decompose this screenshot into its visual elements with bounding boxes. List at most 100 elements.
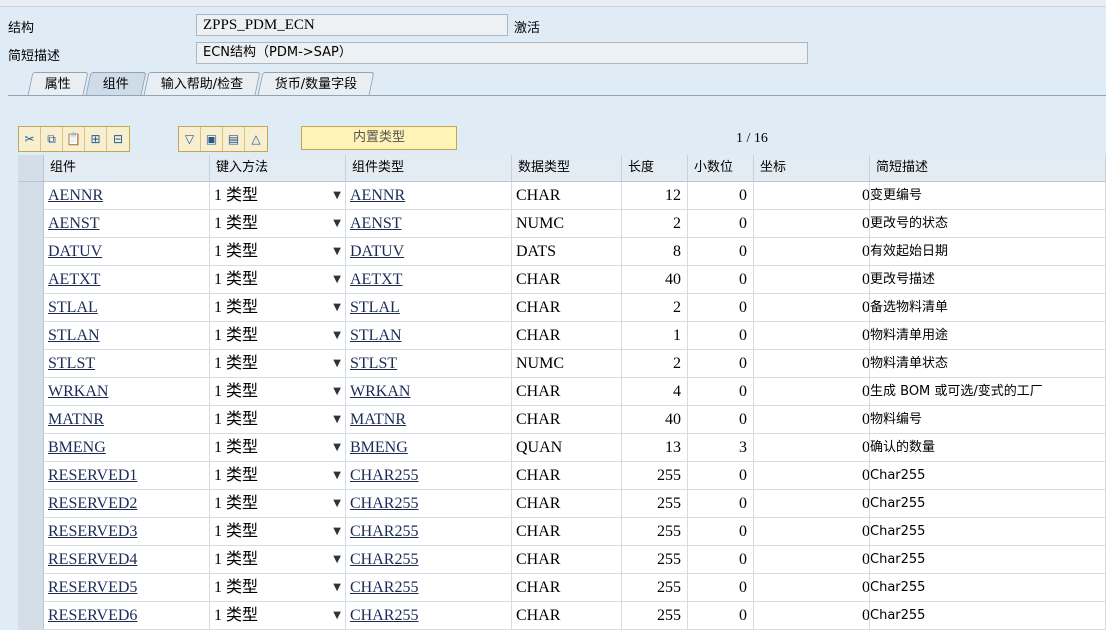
component-type-cell[interactable]: STLST bbox=[346, 350, 512, 377]
length-cell[interactable]: 13 bbox=[622, 434, 688, 461]
structure-name-field[interactable]: ZPPS_PDM_ECN bbox=[196, 14, 508, 36]
component-type-cell[interactable]: CHAR255 bbox=[346, 574, 512, 601]
coordinate-cell[interactable]: 0 bbox=[754, 518, 870, 545]
component-name-cell[interactable]: RESERVED2 bbox=[44, 490, 210, 517]
component-name-cell[interactable]: AENNR bbox=[44, 182, 210, 209]
dropdown-arrow-icon[interactable]: ▼ bbox=[333, 518, 341, 545]
col-component[interactable]: 组件 bbox=[44, 155, 210, 181]
length-cell[interactable]: 255 bbox=[622, 602, 688, 629]
dropdown-arrow-icon[interactable]: ▼ bbox=[333, 322, 341, 349]
coordinate-cell[interactable]: 0 bbox=[754, 406, 870, 433]
decimals-cell[interactable]: 0 bbox=[688, 322, 754, 349]
component-name-cell[interactable]: STLAL bbox=[44, 294, 210, 321]
builtin-type-button[interactable]: 内置类型 bbox=[301, 126, 457, 150]
data-type-cell[interactable]: CHAR bbox=[512, 574, 622, 601]
component-name-cell[interactable]: WRKAN bbox=[44, 378, 210, 405]
component-name-cell[interactable]: AETXT bbox=[44, 266, 210, 293]
short-description-cell[interactable]: 备选物料清单 bbox=[870, 294, 1106, 321]
coordinate-cell[interactable]: 0 bbox=[754, 210, 870, 237]
table-row[interactable]: RESERVED2 1 类型 ▼ CHAR255 CHAR 255 0 0 Char255 bbox=[18, 490, 1106, 518]
table-row[interactable]: RESERVED4 1 类型 ▼ CHAR255 CHAR 255 0 0 Char255 bbox=[18, 546, 1106, 574]
row-selector[interactable] bbox=[18, 350, 44, 377]
col-entry-method[interactable]: 键入方法 bbox=[210, 155, 346, 181]
coordinate-cell[interactable]: 0 bbox=[754, 266, 870, 293]
length-cell[interactable]: 255 bbox=[622, 462, 688, 489]
col-length[interactable]: 长度 bbox=[622, 155, 688, 181]
component-type-cell[interactable]: STLAN bbox=[346, 322, 512, 349]
row-selector[interactable] bbox=[18, 490, 44, 517]
data-type-cell[interactable]: CHAR bbox=[512, 518, 622, 545]
decimals-cell[interactable]: 0 bbox=[688, 378, 754, 405]
col-component-type[interactable]: 组件类型 bbox=[346, 155, 512, 181]
coordinate-cell[interactable]: 0 bbox=[754, 322, 870, 349]
data-type-cell[interactable]: CHAR bbox=[512, 378, 622, 405]
table-icon[interactable]: ▤ bbox=[223, 127, 245, 151]
length-cell[interactable]: 255 bbox=[622, 546, 688, 573]
short-description-cell[interactable]: 确认的数量 bbox=[870, 434, 1106, 461]
entry-method-cell[interactable]: 1 类型 ▼ bbox=[210, 350, 346, 377]
decimals-cell[interactable]: 0 bbox=[688, 210, 754, 237]
table-row[interactable]: STLAN 1 类型 ▼ STLAN CHAR 1 0 0 物料清单用途 bbox=[18, 322, 1106, 350]
decimals-cell[interactable]: 0 bbox=[688, 294, 754, 321]
dropdown-arrow-icon[interactable]: ▼ bbox=[333, 294, 341, 321]
table-row[interactable]: BMENG 1 类型 ▼ BMENG QUAN 13 3 0 确认的数量 bbox=[18, 434, 1106, 462]
decimals-cell[interactable]: 0 bbox=[688, 546, 754, 573]
data-type-cell[interactable]: CHAR bbox=[512, 266, 622, 293]
coordinate-cell[interactable]: 0 bbox=[754, 434, 870, 461]
entry-method-cell[interactable]: 1 类型 ▼ bbox=[210, 518, 346, 545]
length-cell[interactable]: 4 bbox=[622, 378, 688, 405]
tab-currency-fields[interactable]: 货币/数量字段 bbox=[257, 72, 376, 95]
short-description-cell[interactable]: Char255 bbox=[870, 546, 1106, 573]
table-row[interactable]: STLST 1 类型 ▼ STLST NUMC 2 0 0 物料清单状态 bbox=[18, 350, 1106, 378]
col-coordinate[interactable]: 坐标 bbox=[754, 155, 870, 181]
dropdown-arrow-icon[interactable]: ▼ bbox=[333, 182, 341, 209]
entry-method-cell[interactable]: 1 类型 ▼ bbox=[210, 378, 346, 405]
component-type-cell[interactable]: CHAR255 bbox=[346, 490, 512, 517]
entry-method-cell[interactable]: 1 类型 ▼ bbox=[210, 322, 346, 349]
data-type-cell[interactable]: QUAN bbox=[512, 434, 622, 461]
row-selector[interactable] bbox=[18, 210, 44, 237]
row-selector[interactable] bbox=[18, 182, 44, 209]
table-row[interactable]: RESERVED5 1 类型 ▼ CHAR255 CHAR 255 0 0 Char255 bbox=[18, 574, 1106, 602]
decimals-cell[interactable]: 3 bbox=[688, 434, 754, 461]
cut-icon[interactable]: ✂ bbox=[19, 127, 41, 151]
short-description-cell[interactable]: Char255 bbox=[870, 518, 1106, 545]
short-description-cell[interactable]: 有效起始日期 bbox=[870, 238, 1106, 265]
table-row[interactable]: AENNR 1 类型 ▼ AENNR CHAR 12 0 0 变更编号 bbox=[18, 182, 1106, 210]
entry-method-cell[interactable]: 1 类型 ▼ bbox=[210, 266, 346, 293]
dropdown-arrow-icon[interactable]: ▼ bbox=[333, 490, 341, 517]
component-name-cell[interactable]: RESERVED3 bbox=[44, 518, 210, 545]
entry-method-cell[interactable]: 1 类型 ▼ bbox=[210, 434, 346, 461]
entry-method-cell[interactable]: 1 类型 ▼ bbox=[210, 294, 346, 321]
table-row[interactable]: AENST 1 类型 ▼ AENST NUMC 2 0 0 更改号的状态 bbox=[18, 210, 1106, 238]
decimals-cell[interactable]: 0 bbox=[688, 182, 754, 209]
decimals-cell[interactable]: 0 bbox=[688, 602, 754, 629]
coordinate-cell[interactable]: 0 bbox=[754, 462, 870, 489]
component-type-cell[interactable]: WRKAN bbox=[346, 378, 512, 405]
table-row[interactable]: AETXT 1 类型 ▼ AETXT CHAR 40 0 0 更改号描述 bbox=[18, 266, 1106, 294]
coordinate-cell[interactable]: 0 bbox=[754, 574, 870, 601]
short-description-cell[interactable]: Char255 bbox=[870, 462, 1106, 489]
col-decimals[interactable]: 小数位 bbox=[688, 155, 754, 181]
component-name-cell[interactable]: RESERVED4 bbox=[44, 546, 210, 573]
data-type-cell[interactable]: CHAR bbox=[512, 294, 622, 321]
short-description-cell[interactable]: Char255 bbox=[870, 574, 1106, 601]
length-cell[interactable]: 2 bbox=[622, 350, 688, 377]
coordinate-cell[interactable]: 0 bbox=[754, 182, 870, 209]
description-field[interactable]: ECN结构（PDM->SAP） bbox=[196, 42, 808, 64]
select-all-cell[interactable] bbox=[18, 155, 44, 181]
short-description-cell[interactable]: 更改号的状态 bbox=[870, 210, 1106, 237]
tab-input-help[interactable]: 输入帮助/检查 bbox=[143, 72, 261, 95]
component-type-cell[interactable]: STLAL bbox=[346, 294, 512, 321]
component-name-cell[interactable]: BMENG bbox=[44, 434, 210, 461]
data-type-cell[interactable]: CHAR bbox=[512, 322, 622, 349]
component-type-cell[interactable]: CHAR255 bbox=[346, 546, 512, 573]
short-description-cell[interactable]: Char255 bbox=[870, 490, 1106, 517]
coordinate-cell[interactable]: 0 bbox=[754, 602, 870, 629]
component-type-cell[interactable]: MATNR bbox=[346, 406, 512, 433]
length-cell[interactable]: 2 bbox=[622, 210, 688, 237]
component-name-cell[interactable]: DATUV bbox=[44, 238, 210, 265]
table-row[interactable]: RESERVED6 1 类型 ▼ CHAR255 CHAR 255 0 0 Char255 bbox=[18, 602, 1106, 630]
tab-attributes[interactable]: 属性 bbox=[27, 72, 89, 95]
copy-icon[interactable]: ⧉ bbox=[41, 127, 63, 151]
